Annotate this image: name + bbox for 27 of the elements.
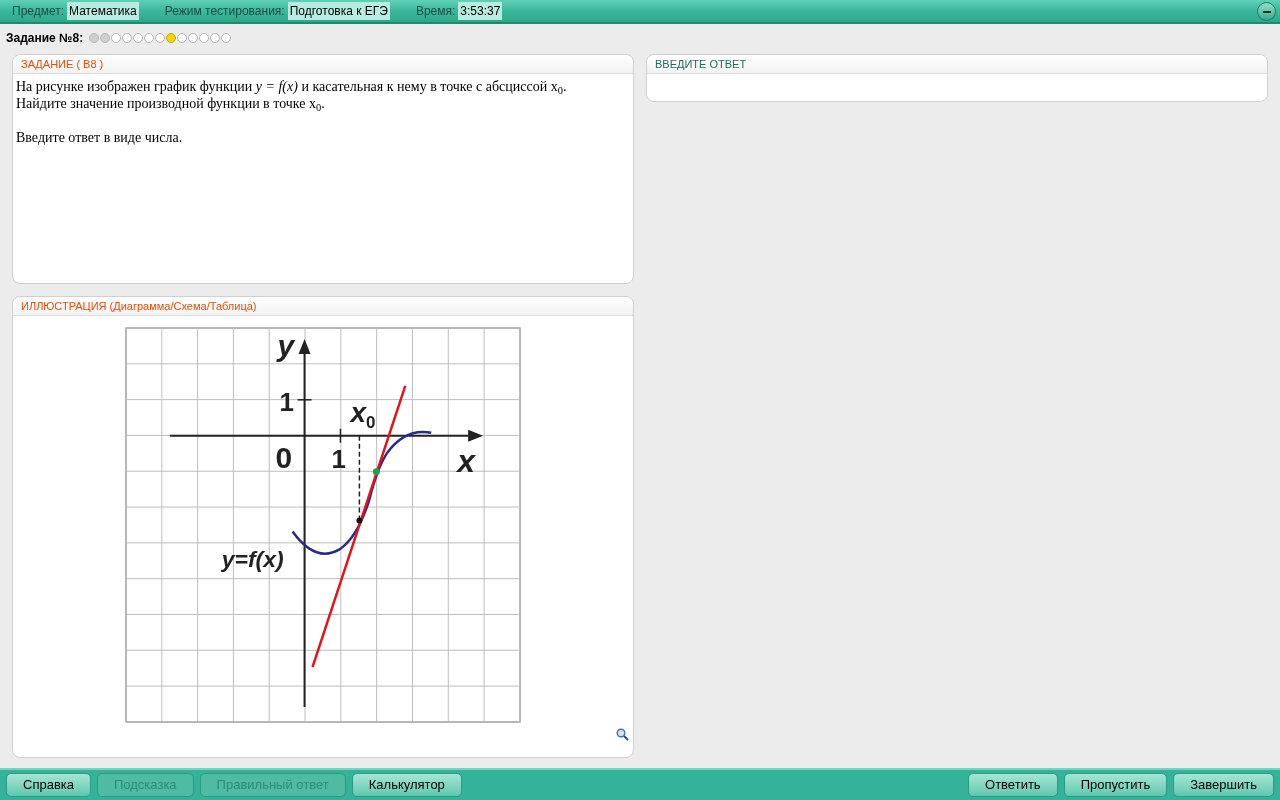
task-number-label: Задание №8: [6,30,84,47]
footer-button[interactable]: Пропустить [1063,773,1168,797]
graph-label: x$_{0}$ [350,396,376,432]
graph-label: y=f(x) [221,546,284,573]
panel-title: ВВЕДИТЕ ОТВЕТ [655,56,747,72]
field-value: Математика [67,2,139,20]
task-text: На рисунке изображен график функции y = f(x) и касательная к нему в точке с абсциссой x$_{0}$. [16,78,568,95]
footer-button[interactable]: Ответить [968,773,1058,797]
zoom-icon[interactable] [616,728,629,741]
panel-title: ЗАДАНИЕ ( В8 ) [21,56,104,72]
footer-button[interactable]: Справка [6,773,91,797]
graph-label: x [457,442,475,479]
footer-button[interactable]: Завершить [1173,773,1274,797]
minimize-button[interactable] [1257,2,1276,21]
graph-label: 1 [331,444,346,473]
field-label: Режим тестирования: [164,3,285,20]
field-value: 3:53:37 [458,2,503,20]
footer-button[interactable]: Калькулятор [351,773,462,797]
graph-label: 1 [279,387,295,416]
field-label: Предмет: [12,3,65,20]
graph-label: 0 [275,440,293,474]
task-text: Найдите значение производной функции в точке x$_{0}$. [16,95,326,112]
task-text: Введите ответ в виде числа. [16,129,184,146]
panel-title: ИЛЛЮСТРАЦИЯ (Диаграмма/Схема/Таблица) [21,298,257,314]
field-value: Подготовка к ЕГЭ [287,2,390,20]
field-label: Время: [415,3,456,20]
graph-label: y [277,328,295,362]
